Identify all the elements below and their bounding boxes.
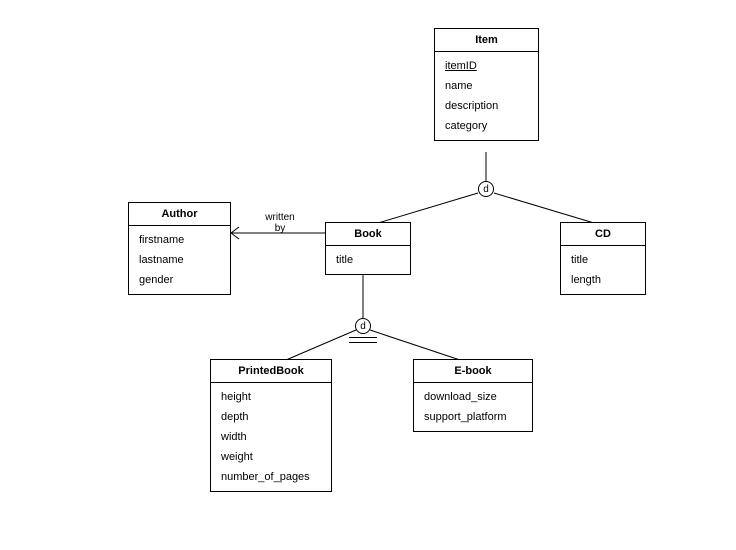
- attr-pb-depth: depth: [221, 407, 331, 427]
- attr-pb-pages: number_of_pages: [221, 467, 331, 487]
- attr-cd-length: length: [571, 270, 645, 290]
- attr-author-lastname: lastname: [139, 250, 230, 270]
- rel-written-by-l2: by: [260, 223, 300, 234]
- entity-author-attrs: firstname lastname gender: [129, 226, 230, 294]
- entity-book-attrs: title: [326, 246, 410, 274]
- attr-pb-width: width: [221, 427, 331, 447]
- entity-author: Author firstname lastname gender: [128, 202, 231, 295]
- entity-author-title: Author: [129, 203, 230, 226]
- rel-written-by-l1: written: [260, 212, 300, 223]
- attr-book-title: title: [336, 250, 410, 270]
- rel-written-by: written by: [260, 212, 300, 234]
- entity-printedbook-attrs: height depth width weight number_of_page…: [211, 383, 331, 491]
- entity-book-title: Book: [326, 223, 410, 246]
- entity-ebook: E-book download_size support_platform: [413, 359, 533, 432]
- total-spec-bar: [349, 337, 377, 343]
- entity-printedbook: PrintedBook height depth width weight nu…: [210, 359, 332, 492]
- attr-item-category: category: [445, 116, 538, 136]
- entity-cd: CD title length: [560, 222, 646, 295]
- attr-eb-platform: support_platform: [424, 407, 532, 427]
- entity-book: Book title: [325, 222, 411, 275]
- attr-item-itemid: itemID: [445, 56, 538, 76]
- attr-cd-title: title: [571, 250, 645, 270]
- entity-item: Item itemID name description category: [434, 28, 539, 141]
- attr-author-firstname: firstname: [139, 230, 230, 250]
- entity-ebook-title: E-book: [414, 360, 532, 383]
- entity-cd-title: CD: [561, 223, 645, 246]
- entity-item-attrs: itemID name description category: [435, 52, 538, 140]
- attr-pb-height: height: [221, 387, 331, 407]
- entity-printedbook-title: PrintedBook: [211, 360, 331, 383]
- entity-item-title: Item: [435, 29, 538, 52]
- disjoint-item-children: d: [478, 181, 494, 197]
- attr-pb-weight: weight: [221, 447, 331, 467]
- entity-ebook-attrs: download_size support_platform: [414, 383, 532, 431]
- disjoint-book-children: d: [355, 318, 371, 334]
- attr-item-name: name: [445, 76, 538, 96]
- attr-item-description: description: [445, 96, 538, 116]
- attr-author-gender: gender: [139, 270, 230, 290]
- entity-cd-attrs: title length: [561, 246, 645, 294]
- attr-eb-dlsize: download_size: [424, 387, 532, 407]
